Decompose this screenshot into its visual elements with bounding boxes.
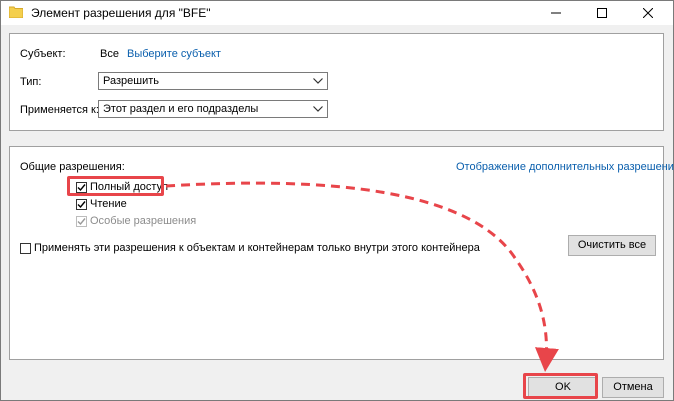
annotation-arrow — [165, 181, 559, 372]
dashed-arrow-path — [165, 181, 559, 372]
